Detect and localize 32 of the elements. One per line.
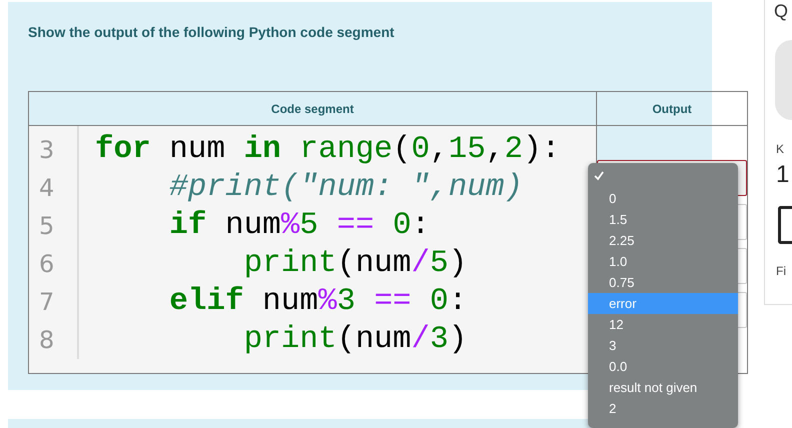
code-line: if num%5 == 0: xyxy=(168,207,431,245)
line-number: 8 xyxy=(38,325,56,356)
dropdown-option[interactable]: 2.25 xyxy=(588,230,738,251)
code-line: print(num/5) xyxy=(242,245,468,283)
dropdown-option[interactable]: 0.75 xyxy=(588,272,738,293)
side-value: 1 xyxy=(776,160,790,190)
code-line: print(num/3) xyxy=(242,321,468,359)
line-number: 3 xyxy=(38,135,56,166)
dropdown-option[interactable]: 2 xyxy=(588,398,738,419)
side-heading: Q xyxy=(774,0,788,22)
dropdown-option[interactable]: result not given xyxy=(588,377,738,398)
dropdown-option[interactable]: 0 xyxy=(588,188,738,209)
dropdown-option[interactable]: error xyxy=(588,293,738,314)
code-line: elif num%3 == 0: xyxy=(168,283,468,321)
column-header: Code segment xyxy=(28,92,596,126)
line-number: 5 xyxy=(38,211,56,242)
code-line: #print("num: ",num) xyxy=(168,169,524,207)
question-prompt: Show the output of the following Python code segment xyxy=(28,23,396,42)
column-header: Output xyxy=(596,92,748,126)
code-line: for num in range(0,15,2): xyxy=(95,131,560,169)
dropdown-option[interactable]: 0.0 xyxy=(588,356,738,377)
dropdown-option[interactable]: 1.0 xyxy=(588,251,738,272)
dropdown-option[interactable]: 1.5 xyxy=(588,209,738,230)
line-number: 7 xyxy=(38,287,56,318)
line-number: 4 xyxy=(38,173,56,204)
side-label: K xyxy=(776,141,784,158)
side-caption: Fi xyxy=(776,263,786,280)
dropdown-option[interactable]: 12 xyxy=(588,314,738,335)
dropdown-option[interactable]: 3 xyxy=(588,335,738,356)
checkmark-icon xyxy=(594,171,604,181)
side-button[interactable] xyxy=(778,206,792,244)
line-number: 6 xyxy=(38,249,56,280)
